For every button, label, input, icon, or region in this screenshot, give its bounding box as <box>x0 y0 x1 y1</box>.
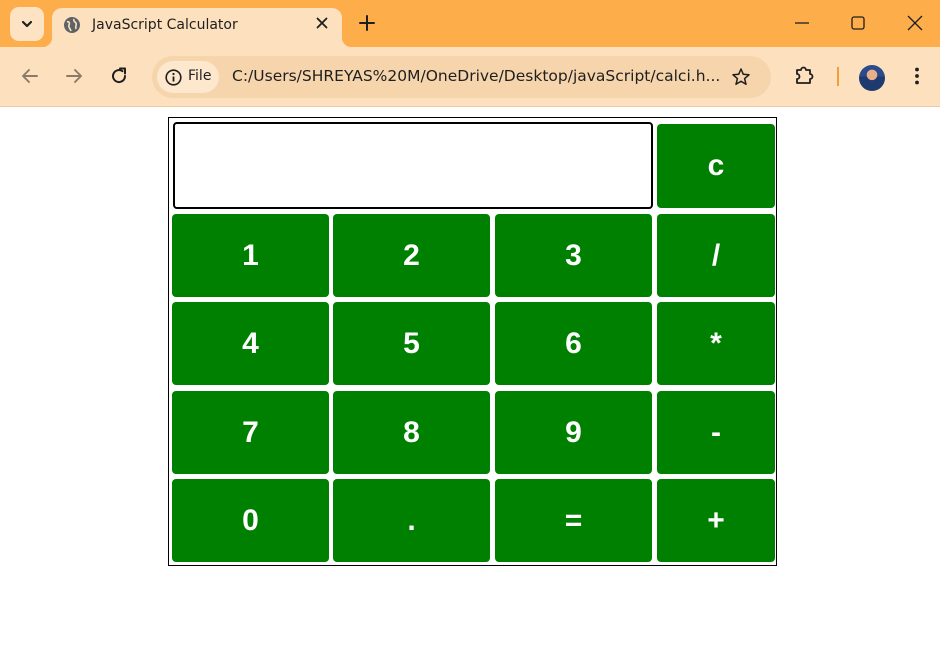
back-arrow-icon[interactable] <box>20 66 40 86</box>
browser-tab-strip: JavaScript Calculator <box>0 0 940 47</box>
digit-5-button[interactable]: 5 <box>333 302 490 385</box>
add-button[interactable]: + <box>657 479 775 562</box>
new-tab-icon[interactable] <box>357 13 377 33</box>
reload-icon[interactable] <box>109 66 129 86</box>
digit-9-button[interactable]: 9 <box>495 391 652 474</box>
tab-search-button[interactable] <box>10 7 44 41</box>
extensions-puzzle-icon[interactable] <box>793 64 815 86</box>
close-tab-icon[interactable] <box>314 15 330 31</box>
browser-tab-active[interactable]: JavaScript Calculator <box>42 8 352 47</box>
url-text[interactable]: C:/Users/SHREYAS%20M/OneDrive/Desktop/ja… <box>232 67 722 85</box>
profile-avatar[interactable] <box>859 65 885 91</box>
calculator: c 1 2 3/ 4 5 6 * 7 8 9- 0. = + <box>168 117 777 566</box>
digit-6-button[interactable]: 6 <box>495 302 652 385</box>
info-icon <box>165 69 182 86</box>
maximize-icon[interactable] <box>849 13 867 33</box>
multiply-button[interactable]: * <box>657 302 775 385</box>
equals-button[interactable]: = <box>495 479 652 562</box>
subtract-button[interactable]: - <box>657 391 775 474</box>
digit-1-button[interactable]: 1 <box>172 214 329 297</box>
clear-button[interactable]: c <box>657 124 775 208</box>
toolbar-separator <box>837 67 839 86</box>
chevron-down-icon <box>21 20 33 28</box>
digit-7-button[interactable]: 7 <box>172 391 329 474</box>
more-menu-icon[interactable] <box>907 66 927 86</box>
bookmark-star-icon[interactable] <box>731 67 751 87</box>
divide-button[interactable]: / <box>657 214 775 297</box>
forward-arrow-icon[interactable] <box>64 66 84 86</box>
decimal-button[interactable]: . <box>333 479 490 562</box>
browser-toolbar: File C:/Users/SHREYAS%20M/OneDrive/Deskt… <box>0 47 940 107</box>
digit-0-button[interactable]: 0 <box>172 479 329 562</box>
digit-8-button[interactable]: 8 <box>333 391 490 474</box>
close-window-icon[interactable] <box>906 13 924 33</box>
file-chip-label: File <box>188 68 212 84</box>
globe-icon <box>64 17 80 33</box>
address-bar[interactable]: File C:/Users/SHREYAS%20M/OneDrive/Deskt… <box>152 56 771 98</box>
digit-4-button[interactable]: 4 <box>172 302 329 385</box>
calculator-display[interactable] <box>173 122 653 209</box>
site-info-chip[interactable]: File <box>157 61 219 93</box>
digit-2-button[interactable]: 2 <box>333 214 490 297</box>
digit-3-button[interactable]: 3 <box>495 214 652 297</box>
minimize-icon[interactable] <box>793 13 811 33</box>
tab-title: JavaScript Calculator <box>92 17 238 33</box>
